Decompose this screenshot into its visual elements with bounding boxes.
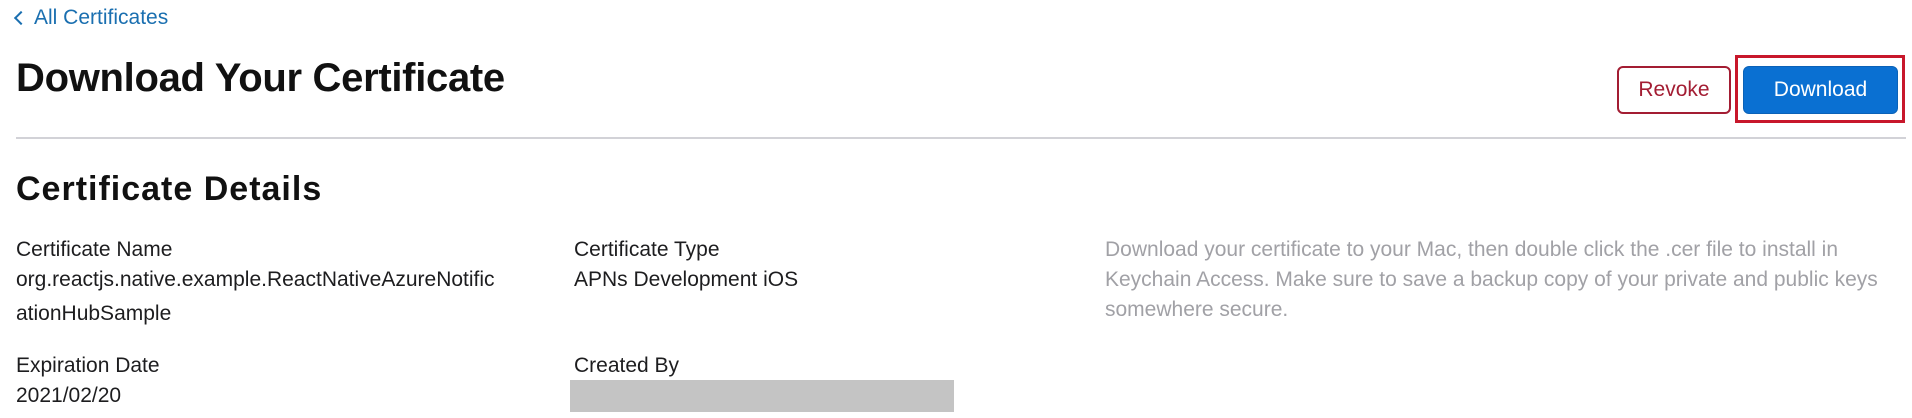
download-instructions-text: Download your certificate to your Mac, t… (1105, 238, 1878, 321)
expiration-date-value: 2021/02/20 (16, 384, 122, 407)
certificate-name-value-line2: ationHubSample (16, 302, 172, 325)
header-divider (16, 137, 1906, 139)
certificate-type-label: Certificate Type (574, 238, 720, 261)
download-highlight-annotation (1735, 55, 1905, 123)
created-by-label: Created By (574, 354, 680, 377)
expiration-date-label: Expiration Date (16, 354, 160, 377)
back-link-label: All Certificates (34, 6, 169, 29)
page-title: Download Your Certificate (16, 56, 505, 100)
certificate-name-label: Certificate Name (16, 238, 173, 261)
chevron-left-icon (13, 10, 29, 26)
revoke-button[interactable]: Revoke (1617, 66, 1731, 114)
certificate-name-value-line1: org.reactjs.native.example.ReactNativeAz… (16, 268, 495, 291)
back-to-all-certificates-link[interactable]: All Certificates (13, 6, 169, 30)
certificate-type-value: APNs Development iOS (574, 268, 799, 291)
section-title: Certificate Details (16, 170, 323, 208)
created-by-redacted-value (570, 380, 954, 412)
